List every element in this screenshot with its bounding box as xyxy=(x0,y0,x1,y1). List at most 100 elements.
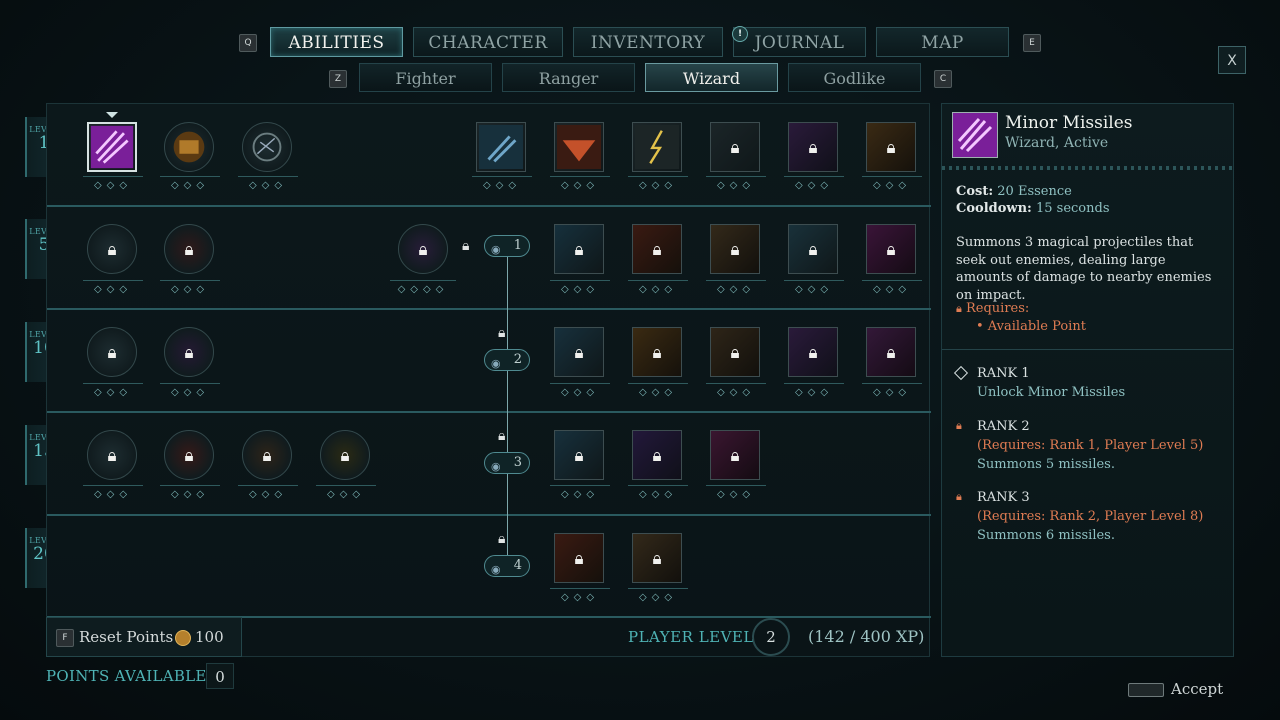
coin-icon xyxy=(175,630,191,646)
tab-inventory[interactable]: INVENTORY xyxy=(573,27,723,57)
rank-diamonds: ◇◇◇ xyxy=(706,280,766,296)
ability-slot-r4-7[interactable]: 🔒︎ xyxy=(710,430,760,480)
ability-slot-r2-6[interactable]: 🔒︎ xyxy=(710,224,760,274)
row-divider xyxy=(47,514,931,516)
minor-missiles-icon xyxy=(957,117,993,153)
rank-diamonds: ◇◇◇ xyxy=(862,280,922,296)
player-level-value: 2 xyxy=(766,628,776,646)
ability-slot-r5-2[interactable]: 🔒︎ xyxy=(632,533,682,583)
ability-slot-r4-4[interactable]: 🔒︎ xyxy=(320,430,370,480)
ability-slot-r2-8[interactable]: 🔒︎ xyxy=(866,224,916,274)
lock-icon: 🔒︎ xyxy=(886,137,896,158)
subtab-wizard[interactable]: Wizard xyxy=(645,63,778,92)
rank-2-requirement: (Requires: Rank 1, Player Level 5) xyxy=(977,438,1204,453)
ability-minor-missiles[interactable] xyxy=(87,122,137,172)
rank-1-desc: Unlock Minor Missiles xyxy=(977,385,1126,400)
rank-diamonds: ◇◇◇ xyxy=(83,280,143,296)
tab-map[interactable]: MAP xyxy=(876,27,1009,57)
rank-diamonds: ◇◇◇ xyxy=(550,280,610,296)
ability-slot-r1-7[interactable]: 🔒︎ xyxy=(710,122,760,172)
tab-character[interactable]: CHARACTER xyxy=(413,27,563,57)
ability-slot-r3-2[interactable]: 🔒︎ xyxy=(164,327,214,377)
ability-slot-r4-5[interactable]: 🔒︎ xyxy=(554,430,604,480)
lock-icon: 🔒︎ xyxy=(340,445,350,466)
tab-journal[interactable]: JOURNAL xyxy=(733,27,866,57)
godlike-rank-2[interactable]: ◉ 2 xyxy=(484,349,530,371)
lock-icon: 🔒︎ xyxy=(574,342,584,363)
lock-icon: 🔒︎ xyxy=(574,548,584,569)
rank-diamonds: ◇◇◇◇ xyxy=(390,280,456,296)
player-level-ring: 2 xyxy=(752,618,790,656)
fan-icon xyxy=(556,124,602,170)
ability-slot-r3-1[interactable]: 🔒︎ xyxy=(87,327,137,377)
godlike-eye-icon: ◉ xyxy=(491,357,501,370)
rank-diamonds: ◇◇◇ xyxy=(550,383,610,399)
ability-slot-r3-7[interactable]: 🔒︎ xyxy=(866,327,916,377)
godlike-rank-3[interactable]: ◉ 3 xyxy=(484,452,530,474)
points-available-value: 0 xyxy=(206,663,234,689)
player-xp: (142 / 400 XP) xyxy=(808,627,925,646)
rank-diamonds: ◇◇◇ xyxy=(238,485,298,501)
ability-slot-r1-6[interactable] xyxy=(632,122,682,172)
prev-subtab-key: Z xyxy=(329,70,347,88)
subtab-fighter[interactable]: Fighter xyxy=(359,63,492,92)
ability-slot-r4-6[interactable]: 🔒︎ xyxy=(632,430,682,480)
accept-label: Accept xyxy=(1171,680,1224,698)
detail-requires: 🔒︎ Requires: xyxy=(956,301,1029,316)
lock-icon: 🔒︎ xyxy=(808,342,818,363)
rank-lock-icon: 🔒︎ xyxy=(956,419,962,432)
cost-value: 20 Essence xyxy=(997,184,1072,199)
ability-slot-r1-2[interactable] xyxy=(164,122,214,172)
ability-slot-r4-1[interactable]: 🔒︎ xyxy=(87,430,137,480)
lock-icon: 🔒︎ xyxy=(652,445,662,466)
detail-cooldown: Cooldown: 15 seconds xyxy=(956,201,1110,216)
ability-slot-r1-4[interactable] xyxy=(476,122,526,172)
lock-icon: 🔒︎ xyxy=(652,239,662,260)
rank-diamonds: ◇◇◇ xyxy=(160,280,220,296)
ability-slot-r2-2[interactable]: 🔒︎ xyxy=(164,224,214,274)
lock-icon: 🔒︎ xyxy=(107,445,117,466)
ability-slot-r2-7[interactable]: 🔒︎ xyxy=(788,224,838,274)
lightning-hand-icon xyxy=(634,124,680,170)
godlike-lock-icon: 🔒︎ xyxy=(498,325,506,341)
ability-slot-r1-9[interactable]: 🔒︎ xyxy=(866,122,916,172)
ability-slot-r3-5[interactable]: 🔒︎ xyxy=(710,327,760,377)
ability-slot-r4-2[interactable]: 🔒︎ xyxy=(164,430,214,480)
godlike-rank-4[interactable]: ◉ 4 xyxy=(484,555,530,577)
ability-slot-r2-1[interactable]: 🔒︎ xyxy=(87,224,137,274)
rank-diamonds: ◇◇◇ xyxy=(160,485,220,501)
tab-abilities[interactable]: ABILITIES xyxy=(270,27,403,57)
ability-slot-r2-4[interactable]: 🔒︎ xyxy=(554,224,604,274)
lock-icon: 🔒︎ xyxy=(574,445,584,466)
rank-diamonds: ◇◇◇ xyxy=(83,176,143,192)
rank-diamonds: ◇◇◇ xyxy=(628,588,688,604)
requires-lock-icon: 🔒︎ xyxy=(956,302,962,315)
godlike-eye-icon: ◉ xyxy=(491,563,501,576)
lock-icon: 🔒︎ xyxy=(808,239,818,260)
ability-slot-r5-1[interactable]: 🔒︎ xyxy=(554,533,604,583)
close-button[interactable]: X xyxy=(1218,46,1246,74)
reset-points-button[interactable]: F Reset Points 100 xyxy=(46,617,242,657)
armor-icon xyxy=(173,131,205,163)
row-divider xyxy=(47,205,931,207)
lock-icon: 🔒︎ xyxy=(107,239,117,260)
row-divider xyxy=(47,308,931,310)
ability-slot-r1-3[interactable] xyxy=(242,122,292,172)
ability-slot-r1-5[interactable] xyxy=(554,122,604,172)
godlike-lock-icon: 🔒︎ xyxy=(462,238,470,254)
godlike-eye-icon: ◉ xyxy=(491,243,501,256)
ability-slot-r2-3[interactable]: 🔒︎ xyxy=(398,224,448,274)
ability-slot-r4-3[interactable]: 🔒︎ xyxy=(242,430,292,480)
ability-slot-r3-4[interactable]: 🔒︎ xyxy=(632,327,682,377)
subtab-ranger[interactable]: Ranger xyxy=(502,63,635,92)
ability-slot-r3-3[interactable]: 🔒︎ xyxy=(554,327,604,377)
ability-detail-panel: Minor Missiles Wizard, Active Cost: 20 E… xyxy=(941,103,1234,657)
subtab-godlike[interactable]: Godlike xyxy=(788,63,921,92)
lock-icon: 🔒︎ xyxy=(418,239,428,260)
godlike-rank-1[interactable]: ◉ 1 xyxy=(484,235,530,257)
accept-button[interactable]: Accept xyxy=(1128,680,1228,700)
ability-slot-r3-6[interactable]: 🔒︎ xyxy=(788,327,838,377)
rank-diamonds: ◇◇◇ xyxy=(628,280,688,296)
ability-slot-r1-8[interactable]: 🔒︎ xyxy=(788,122,838,172)
ability-slot-r2-5[interactable]: 🔒︎ xyxy=(632,224,682,274)
